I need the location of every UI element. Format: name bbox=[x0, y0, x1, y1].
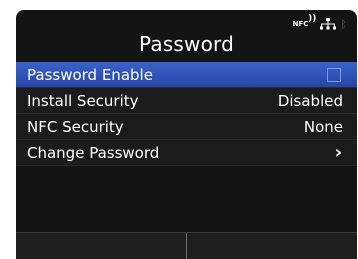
menu-item-install-security[interactable]: Install Security Disabled bbox=[16, 88, 357, 114]
menu-item-value: Disabled bbox=[277, 91, 343, 110]
nfc-icon: NFC )) bbox=[292, 14, 317, 28]
network-icon bbox=[320, 18, 337, 30]
menu-item-label: Change Password bbox=[27, 143, 160, 162]
settings-menu: Password Enable Install Security Disable… bbox=[16, 62, 357, 166]
menu-item-label: NFC Security bbox=[27, 117, 124, 136]
menu-item-password-enable[interactable]: Password Enable bbox=[16, 62, 357, 88]
page-title: Password bbox=[138, 32, 235, 56]
menu-item-change-password[interactable]: Change Password › bbox=[16, 140, 357, 166]
menu-item-label: Install Security bbox=[27, 91, 139, 110]
nfc-label: NFC bbox=[292, 20, 309, 28]
softkey-left[interactable] bbox=[16, 233, 186, 259]
menu-item-nfc-security[interactable]: NFC Security None bbox=[16, 114, 357, 140]
softkey-bar bbox=[16, 232, 357, 259]
menu-item-value: None bbox=[303, 117, 343, 136]
password-enable-checkbox[interactable] bbox=[327, 67, 341, 82]
nfc-waves: )) bbox=[308, 14, 317, 24]
chevron-right-icon: › bbox=[334, 142, 342, 163]
menu-item-label: Password Enable bbox=[27, 65, 153, 84]
status-bar: NFC )) ᛒ bbox=[292, 14, 347, 33]
softkey-right[interactable] bbox=[186, 233, 357, 259]
device-screen: NFC )) ᛒ Password Password Enable Instal… bbox=[16, 10, 357, 259]
bluetooth-icon: ᛒ bbox=[340, 17, 347, 31]
